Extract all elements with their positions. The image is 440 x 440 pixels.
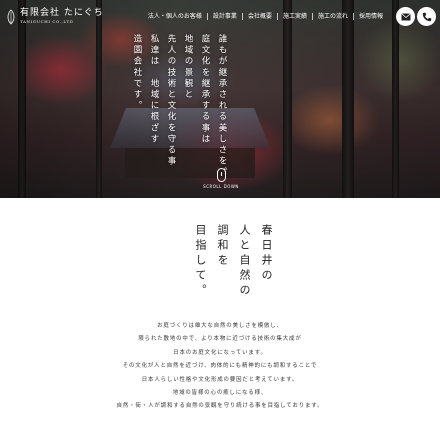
leaf-logo-icon — [7, 8, 15, 25]
intro-body: お庭づくりは雄大な自然の美しさを模倣し、 限られた敷地の中で、より本物に近づける… — [0, 320, 440, 414]
intro-heading-line: 調和を — [216, 224, 229, 269]
global-nav: 法人・個人のお客様 設計事業 会社概要 施工実績 施工の流れ 採用情報 — [143, 13, 388, 20]
intro-heading-line: 春日井の — [260, 224, 273, 284]
site-logo[interactable]: 有限会社 たにぐち TANIGUCHI CO.,LTD — [6, 8, 104, 25]
logo-subtitle: TANIGUCHI CO.,LTD — [20, 19, 74, 24]
intro-body-line: お庭づくりは雄大な自然の美しさを模倣し、 — [157, 323, 283, 329]
mouse-icon — [216, 168, 226, 182]
scroll-down-button[interactable]: SCROLL DOWN — [203, 168, 238, 189]
nav-item-works[interactable]: 施工実績 — [278, 13, 313, 20]
nav-item-recruit[interactable]: 採用情報 — [354, 13, 388, 20]
intro-body-line: 日本人らしい性格や文化形成の要因だと考えています。 — [141, 376, 299, 383]
intro-heading: 春日井の 人と自然の 調和を 目指して。 — [193, 224, 273, 299]
intro-body-line: 地域の皆様の心の癒しになる様、 — [172, 390, 268, 397]
intro-body-line: その文化が人と自然を近づけ、肉体的にも精神的にも調和することで — [122, 363, 318, 370]
hero-catchcopy: 誰もが継承される美しさを。 庭文化を継承する事は 地域の景観と 先人の技術と文化… — [131, 34, 228, 178]
mail-icon — [400, 12, 411, 20]
hero-line: 誰もが継承される美しさを。 — [217, 34, 227, 179]
nav-item-flow[interactable]: 施工の流れ — [313, 13, 354, 20]
hero-line: 造園会社です。 — [132, 34, 142, 112]
phone-icon — [422, 12, 431, 21]
hero-line: 先人の技術と文化を守る事 — [166, 34, 176, 168]
intro-body-line: 限られた敷地の中で、より本物に近づける技術の集大成が — [138, 336, 302, 343]
hero-line: 地域の景観と — [183, 34, 193, 101]
logo-name: 有限会社 たにぐち — [20, 8, 104, 18]
mail-button[interactable] — [396, 7, 415, 26]
nav-item-customers[interactable]: 法人・個人のお客様 — [143, 13, 208, 20]
nav-item-company[interactable]: 会社概要 — [243, 13, 278, 20]
intro-heading-line: 人と自然の — [238, 224, 251, 299]
hero-image: 有限会社 たにぐち TANIGUCHI CO.,LTD 法人・個人のお客様 設計… — [0, 0, 440, 198]
intro-body-line: 日本のお庭文化になっています。 — [173, 349, 267, 356]
scroll-down-label: SCROLL DOWN — [203, 184, 239, 189]
intro-body-line: 自然・街・人が調和する自然の景観を守り続ける事を目指しております。 — [116, 403, 324, 410]
nav-item-design[interactable]: 設計事業 — [208, 13, 243, 20]
hero-line: 私達は 地域に根ざす — [149, 34, 159, 145]
phone-button[interactable] — [417, 7, 436, 26]
intro-heading-line: 目指して。 — [194, 224, 207, 299]
hero-line: 庭文化を継承する事は — [200, 34, 210, 145]
